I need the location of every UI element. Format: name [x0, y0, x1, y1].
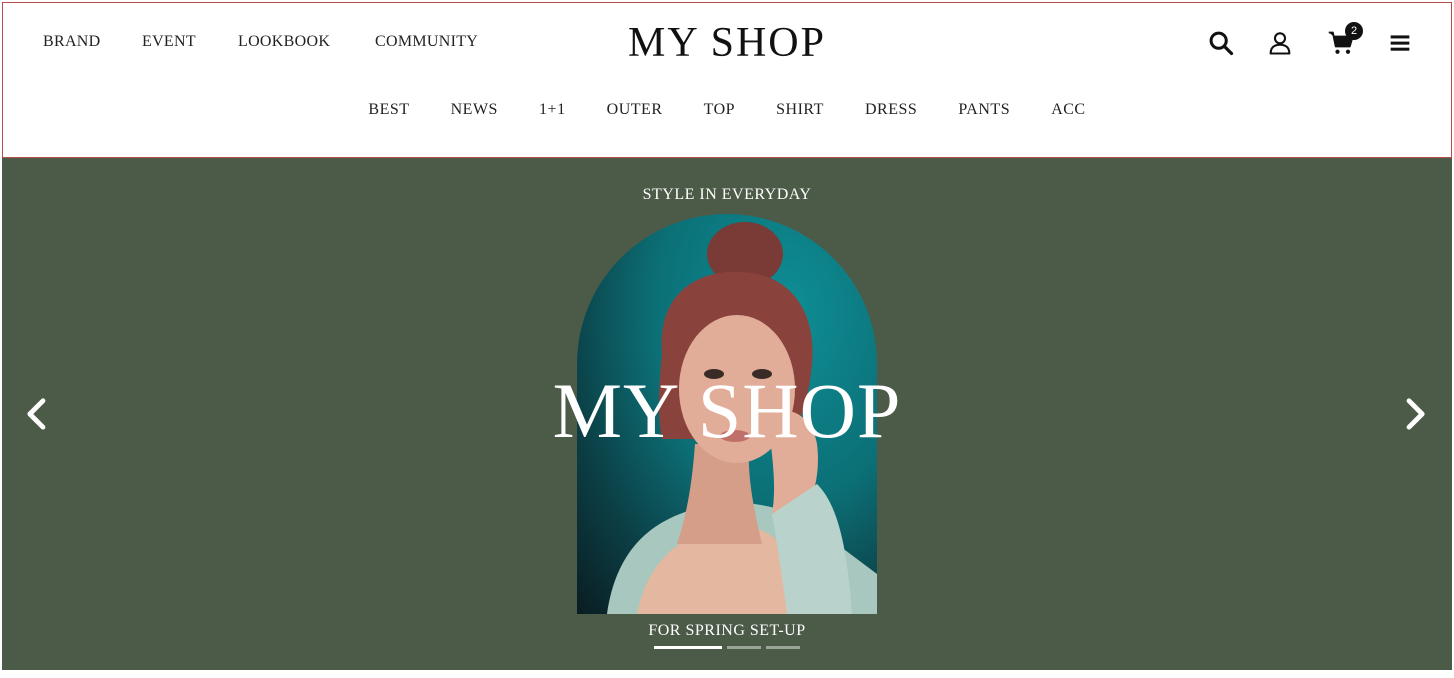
cart-count-badge: 2: [1345, 22, 1363, 40]
hero-model-photo: [577, 214, 877, 614]
slide-indicator-1[interactable]: [654, 646, 722, 649]
category-best[interactable]: BEST: [368, 101, 409, 119]
category-1plus1[interactable]: 1+1: [539, 101, 566, 119]
category-pants[interactable]: PANTS: [958, 101, 1010, 119]
category-news[interactable]: NEWS: [451, 101, 498, 119]
search-icon[interactable]: [1207, 29, 1235, 57]
category-top[interactable]: TOP: [704, 101, 735, 119]
user-icon[interactable]: [1266, 29, 1294, 57]
cart-icon[interactable]: 2: [1327, 22, 1363, 57]
hero-banner: STYLE IN EVERYDAY MY SHOP FOR SPRING SET…: [2, 158, 1452, 670]
chevron-right-icon[interactable]: [1400, 396, 1430, 432]
hero-tagline: STYLE IN EVERYDAY: [642, 186, 812, 203]
menu-icon[interactable]: [1386, 29, 1414, 57]
category-outer[interactable]: OUTER: [607, 101, 663, 119]
slide-indicator-2[interactable]: [727, 646, 761, 649]
category-acc[interactable]: ACC: [1051, 101, 1085, 119]
category-shirt[interactable]: SHIRT: [776, 101, 824, 119]
chevron-left-icon[interactable]: [22, 396, 52, 432]
site-header: BRAND EVENT LOOKBOOK COMMUNITY MY SHOP 2…: [2, 2, 1452, 158]
slide-indicator-3[interactable]: [766, 646, 800, 649]
top-nav: BRAND EVENT LOOKBOOK COMMUNITY MY SHOP 2: [3, 3, 1451, 83]
hero-subtitle: FOR SPRING SET-UP: [648, 622, 806, 639]
category-nav: BEST NEWS 1+1 OUTER TOP SHIRT DRESS PANT…: [3, 99, 1451, 119]
category-dress[interactable]: DRESS: [865, 101, 917, 119]
